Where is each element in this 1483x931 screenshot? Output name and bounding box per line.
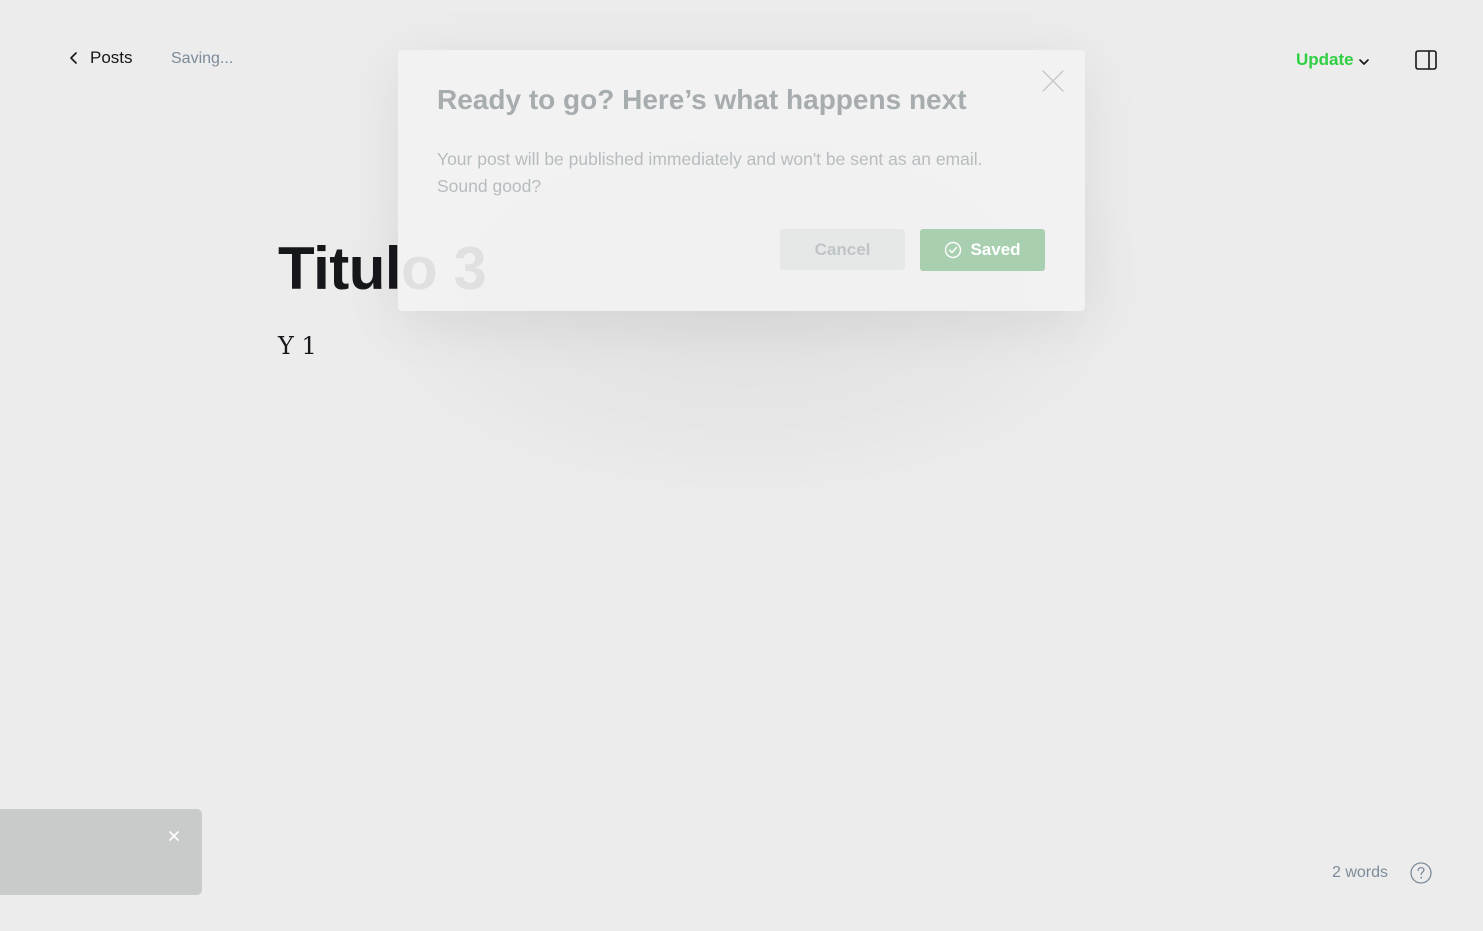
publish-confirm-modal: Ready to go? Here’s what happens next Yo… bbox=[398, 50, 1085, 311]
cancel-button[interactable]: Cancel bbox=[780, 229, 905, 270]
back-link-label: Posts bbox=[90, 48, 133, 67]
word-count: 2 words bbox=[1332, 864, 1389, 881]
notification-toast bbox=[0, 809, 202, 895]
back-to-posts-link[interactable]: Posts bbox=[68, 48, 133, 68]
sidebar-toggle-icon[interactable] bbox=[1415, 50, 1437, 70]
post-body[interactable]: Y 1 bbox=[278, 332, 317, 360]
update-button[interactable]: Update bbox=[1296, 50, 1370, 70]
saved-button-label: Saved bbox=[970, 240, 1021, 259]
update-label: Update bbox=[1296, 50, 1354, 69]
chevron-down-icon bbox=[1358, 58, 1369, 65]
editor-page: Posts Saving... Update Titulo 3 Y 1 Read… bbox=[0, 0, 1483, 931]
saved-button[interactable]: Saved bbox=[920, 229, 1045, 271]
save-status: Saving... bbox=[171, 50, 234, 67]
close-icon[interactable] bbox=[167, 829, 181, 843]
modal-description: Your post will be published immediately … bbox=[437, 149, 983, 196]
chevron-left-icon bbox=[70, 52, 77, 64]
check-circle-icon bbox=[945, 241, 962, 259]
close-icon[interactable] bbox=[1041, 69, 1065, 93]
modal-title: Ready to go? Here’s what happens next bbox=[437, 84, 967, 115]
question-circle-icon[interactable] bbox=[1410, 862, 1432, 884]
